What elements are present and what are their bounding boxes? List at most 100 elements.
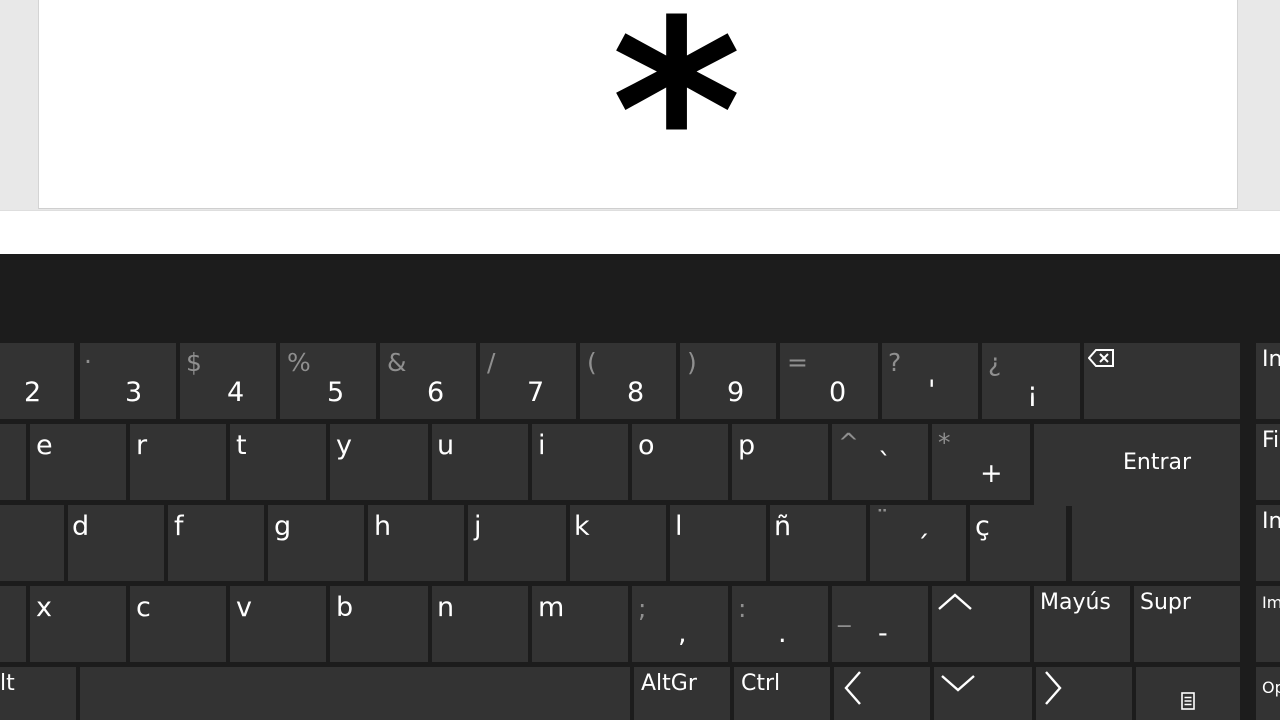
side-key-insert[interactable]: In [1256, 343, 1280, 419]
key-label: m [538, 592, 565, 623]
asterisk-symbol: * [611, 0, 742, 258]
enter-key-bottom[interactable] [1072, 500, 1240, 581]
key-enye[interactable]: ñ [770, 505, 866, 581]
key-label: 0 [829, 377, 847, 408]
altgr-key[interactable]: AltGr [634, 667, 730, 720]
shift-key-label: Mayús [1040, 590, 1111, 615]
key-label: e [36, 430, 53, 461]
key-label: 9 [727, 377, 745, 408]
key-4[interactable]: $ 4 [180, 343, 276, 419]
key-label: x [36, 592, 52, 623]
key-u[interactable]: u [432, 424, 528, 500]
key-9[interactable]: ) 9 [680, 343, 776, 419]
key-label: 5 [327, 377, 345, 408]
arrow-right-key[interactable] [1036, 667, 1132, 720]
arrow-right-icon [1045, 671, 1062, 705]
key-o[interactable]: o [632, 424, 728, 500]
side-key-label: In [1262, 509, 1280, 534]
key-m[interactable]: m [532, 586, 628, 662]
key-acute[interactable]: ¨ ´ [870, 505, 966, 581]
key-v[interactable]: v [230, 586, 326, 662]
key-period[interactable]: : . [732, 586, 828, 662]
key-z-partial[interactable] [0, 586, 26, 662]
key-5[interactable]: % 5 [280, 343, 376, 419]
altgr-key-label: AltGr [641, 671, 697, 696]
key-label: - [878, 618, 888, 649]
key-label: o [638, 430, 655, 461]
key-f[interactable]: f [168, 505, 264, 581]
key-2[interactable]: 2 [0, 343, 74, 419]
key-label: u [437, 430, 455, 461]
key-label: ´ [916, 531, 930, 562]
ctrl-key[interactable]: Ctrl [734, 667, 830, 720]
key-y[interactable]: y [330, 424, 428, 500]
key-0[interactable]: = 0 [780, 343, 878, 419]
key-label: g [274, 511, 292, 542]
side-key-print[interactable]: Im [1256, 586, 1280, 662]
key-secondary-label: = [787, 348, 808, 377]
key-n[interactable]: n [432, 586, 528, 662]
key-secondary-label: : [738, 594, 747, 623]
key-3[interactable]: · 3 [80, 343, 176, 419]
key-label: i [538, 430, 546, 461]
key-label: ñ [774, 511, 792, 542]
key-label: h [374, 511, 392, 542]
key-inverted-exclamation[interactable]: ¿ ¡ [982, 343, 1080, 419]
key-l[interactable]: l [670, 505, 766, 581]
alt-key[interactable]: lt [0, 667, 76, 720]
key-k[interactable]: k [570, 505, 666, 581]
key-cedilla[interactable]: ç [970, 505, 1066, 581]
arrow-down-key[interactable] [934, 667, 1032, 720]
key-d[interactable]: d [68, 505, 164, 581]
key-label: ' [928, 375, 936, 406]
key-label: f [174, 511, 184, 542]
key-comma[interactable]: ; , [632, 586, 728, 662]
key-grave[interactable]: ^ ` [832, 424, 928, 500]
key-secondary-label: ( [587, 348, 597, 377]
key-7[interactable]: / 7 [480, 343, 576, 419]
key-t[interactable]: t [230, 424, 326, 500]
side-key-end[interactable]: Fi [1256, 424, 1280, 500]
side-key-options[interactable]: Op [1256, 667, 1280, 720]
key-hyphen[interactable]: _ - [832, 586, 928, 662]
key-p[interactable]: p [732, 424, 828, 500]
key-secondary-label: % [287, 348, 311, 377]
key-label: 3 [125, 377, 143, 408]
key-6[interactable]: & 6 [380, 343, 476, 419]
key-g[interactable]: g [268, 505, 364, 581]
key-secondary-label: ; [638, 594, 647, 623]
arrow-left-key[interactable] [834, 667, 930, 720]
enter-key-top[interactable]: Entrar [1034, 424, 1240, 506]
key-label: 2 [24, 377, 42, 408]
key-h[interactable]: h [368, 505, 464, 581]
key-label: 7 [527, 377, 545, 408]
key-c[interactable]: c [130, 586, 226, 662]
key-w-partial[interactable] [0, 424, 26, 500]
key-i[interactable]: i [532, 424, 628, 500]
arrow-up-key[interactable] [932, 586, 1030, 662]
key-e[interactable]: e [30, 424, 126, 500]
key-plus[interactable]: * + [932, 424, 1030, 500]
space-key[interactable] [80, 667, 630, 720]
key-s-partial[interactable] [0, 505, 64, 581]
delete-key[interactable]: Supr [1134, 586, 1240, 662]
status-strip [0, 210, 1280, 255]
backspace-key[interactable] [1084, 343, 1240, 419]
document-page[interactable]: * [38, 0, 1238, 258]
key-label: y [336, 430, 352, 461]
key-label: . [778, 618, 787, 649]
key-apostrophe[interactable]: ? ' [882, 343, 978, 419]
context-menu-key[interactable] [1136, 667, 1240, 720]
key-8[interactable]: ( 8 [580, 343, 676, 419]
key-b[interactable]: b [330, 586, 428, 662]
key-r[interactable]: r [130, 424, 226, 500]
side-key-label: Fi [1262, 428, 1280, 453]
key-j[interactable]: j [468, 505, 566, 581]
key-secondary-label: * [938, 428, 951, 457]
key-x[interactable]: x [30, 586, 126, 662]
key-label: b [336, 592, 354, 623]
delete-key-label: Supr [1140, 590, 1191, 615]
shift-key[interactable]: Mayús [1034, 586, 1130, 662]
side-key-home[interactable]: In [1256, 505, 1280, 581]
key-label: t [236, 430, 247, 461]
